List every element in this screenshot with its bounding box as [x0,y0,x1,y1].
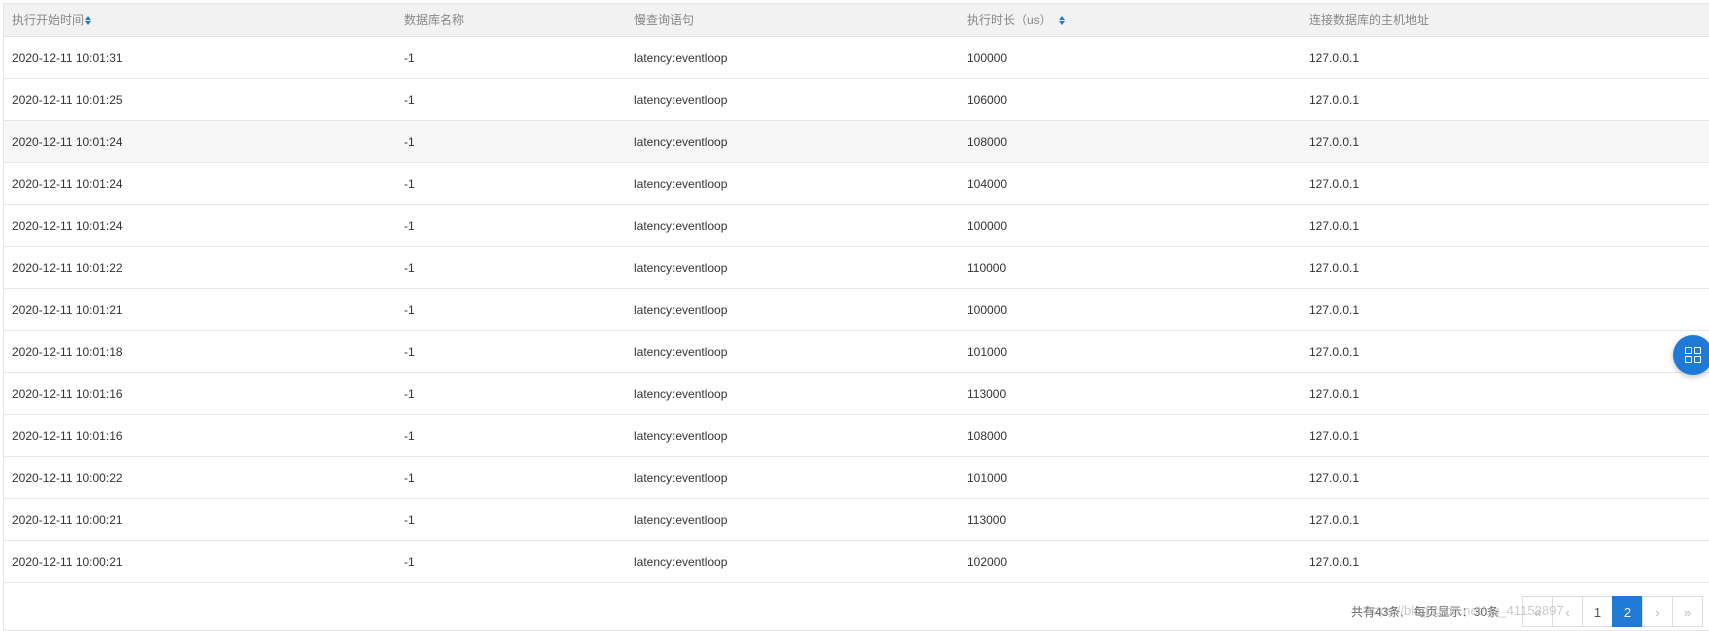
cell-db-name: -1 [396,373,626,415]
pagination-info: 共有43条, 每页显示：30条 [1351,603,1509,620]
cell-start-time: 2020-12-11 10:01:22 [4,247,396,289]
cell-db-name: -1 [396,499,626,541]
cell-start-time: 2020-12-11 10:01:25 [4,79,396,121]
cell-query: latency:eventloop [626,205,959,247]
cell-query: latency:eventloop [626,457,959,499]
cell-start-time: 2020-12-11 10:01:16 [4,415,396,457]
page-2-button[interactable]: 2 [1612,595,1643,627]
cell-query: latency:eventloop [626,121,959,163]
cell-start-time: 2020-12-11 10:01:16 [4,373,396,415]
floating-menu-button[interactable] [1673,335,1709,375]
pagination: 共有43条, 每页显示：30条 « ‹ 1 2 › » [1351,595,1703,627]
cell-db-name: -1 [396,247,626,289]
cell-duration: 113000 [959,373,1301,415]
cell-query: latency:eventloop [626,499,959,541]
header-host: 连接数据库的主机地址 [1301,4,1709,37]
cell-duration: 102000 [959,541,1301,583]
cell-start-time: 2020-12-11 10:00:22 [4,457,396,499]
cell-duration: 101000 [959,331,1301,373]
cell-db-name: -1 [396,541,626,583]
cell-host: 127.0.0.1 [1301,457,1709,499]
total-count: 共有43条, [1350,604,1404,619]
cell-query: latency:eventloop [626,541,959,583]
cell-host: 127.0.0.1 [1301,331,1709,373]
cell-query: latency:eventloop [626,37,959,79]
prev-page-button[interactable]: ‹ [1552,595,1583,627]
cell-duration: 108000 [959,415,1301,457]
cell-host: 127.0.0.1 [1301,247,1709,289]
cell-start-time: 2020-12-11 10:01:21 [4,289,396,331]
cell-query: latency:eventloop [626,163,959,205]
cell-start-time: 2020-12-11 10:01:24 [4,121,396,163]
cell-host: 127.0.0.1 [1301,205,1709,247]
cell-duration: 101000 [959,457,1301,499]
cell-duration: 113000 [959,499,1301,541]
cell-start-time: 2020-12-11 10:01:31 [4,37,396,79]
header-start-time[interactable]: 执行开始时间 [4,4,396,37]
cell-host: 127.0.0.1 [1301,415,1709,457]
cell-duration: 100000 [959,37,1301,79]
cell-query: latency:eventloop [626,373,959,415]
cell-host: 127.0.0.1 [1301,499,1709,541]
cell-host: 127.0.0.1 [1301,541,1709,583]
cell-host: 127.0.0.1 [1301,79,1709,121]
next-page-button[interactable]: › [1642,595,1673,627]
cell-duration: 100000 [959,289,1301,331]
cell-db-name: -1 [396,457,626,499]
cell-start-time: 2020-12-11 10:01:18 [4,331,396,373]
page-1-button[interactable]: 1 [1582,595,1613,627]
grid-menu-icon [1685,347,1701,363]
cell-db-name: -1 [396,79,626,121]
cell-query: latency:eventloop [626,79,959,121]
cell-db-name: -1 [396,163,626,205]
cell-host: 127.0.0.1 [1301,163,1709,205]
cell-duration: 106000 [959,79,1301,121]
cell-start-time: 2020-12-11 10:00:21 [4,541,396,583]
page-size-text: 每页显示：30条 [1413,604,1499,619]
header-duration[interactable]: 执行时长（us） [959,4,1301,37]
cell-duration: 104000 [959,163,1301,205]
cell-db-name: -1 [396,205,626,247]
cell-start-time: 2020-12-11 10:01:24 [4,163,396,205]
cell-db-name: -1 [396,415,626,457]
cell-query: latency:eventloop [626,289,959,331]
cell-db-name: -1 [396,37,626,79]
cell-duration: 108000 [959,121,1301,163]
header-db-name: 数据库名称 [396,4,626,37]
cell-query: latency:eventloop [626,331,959,373]
cell-db-name: -1 [396,331,626,373]
cell-db-name: -1 [396,289,626,331]
cell-duration: 110000 [959,247,1301,289]
cell-host: 127.0.0.1 [1301,373,1709,415]
cell-host: 127.0.0.1 [1301,289,1709,331]
slow-query-table: 执行开始时间 数据库名称 慢查询语句 执行时长（us） 连接数据库的主机地址 2… [4,4,1709,583]
cell-host: 127.0.0.1 [1301,121,1709,163]
cell-start-time: 2020-12-11 10:00:21 [4,499,396,541]
cell-duration: 100000 [959,205,1301,247]
first-page-button[interactable]: « [1522,595,1553,627]
header-query: 慢查询语句 [626,4,959,37]
cell-host: 127.0.0.1 [1301,37,1709,79]
cell-db-name: -1 [396,121,626,163]
last-page-button[interactable]: » [1672,595,1703,627]
slow-query-table-panel: 执行开始时间 数据库名称 慢查询语句 执行时长（us） 连接数据库的主机地址 2… [3,3,1709,631]
cell-query: latency:eventloop [626,247,959,289]
cell-query: latency:eventloop [626,415,959,457]
cell-start-time: 2020-12-11 10:01:24 [4,205,396,247]
